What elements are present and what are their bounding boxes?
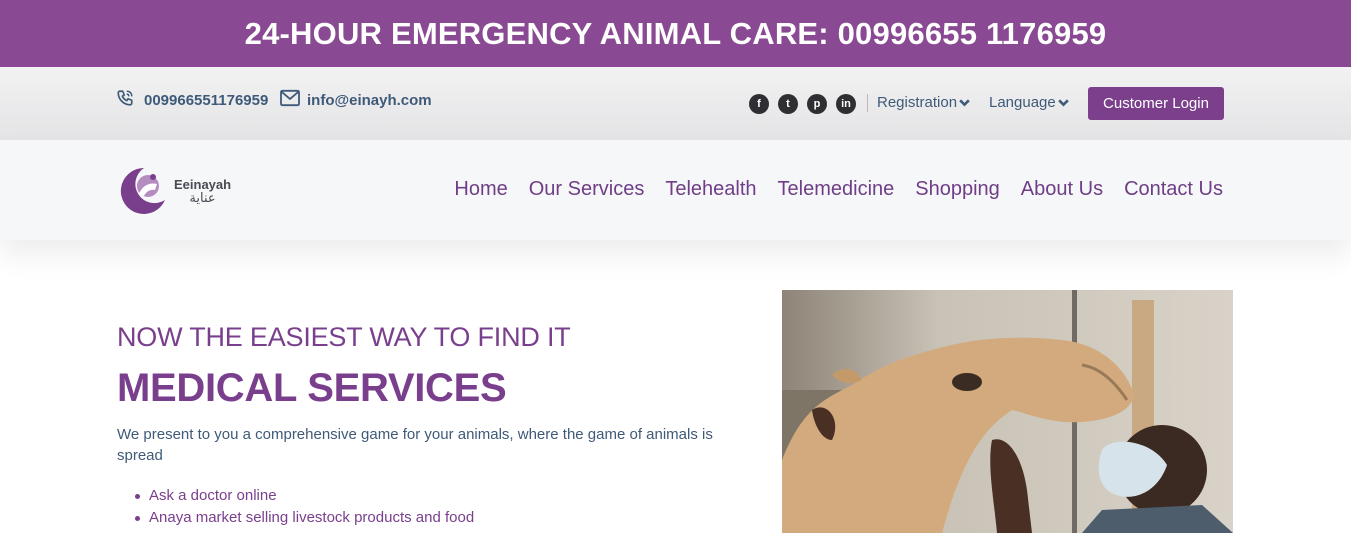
language-label: Language [989,94,1056,111]
pinterest-icon[interactable]: p [807,94,827,114]
contact-bar: 009966551176959 info@einayh.com f t p in… [0,67,1351,140]
registration-label: Registration [877,94,958,111]
customer-login-button[interactable]: Customer Login [1088,87,1224,120]
language-dropdown[interactable]: Language [989,94,1070,111]
nav-shopping[interactable]: Shopping [915,178,1000,201]
facebook-icon[interactable]: f [749,94,769,114]
mail-icon [279,89,301,111]
logo-icon [120,167,165,214]
site-logo[interactable]: Eeinayah عناية [117,164,231,218]
social-links: f t p in [749,94,856,114]
primary-nav: Home Our Services Telehealth Telemedicin… [454,178,1223,201]
emergency-banner-text: 24-HOUR EMERGENCY ANIMAL CARE: 00996655 … [244,15,1107,51]
nav-our-services[interactable]: Our Services [529,178,645,201]
logo-name-en: Eeinayah [174,176,232,192]
twitter-icon[interactable]: t [778,94,798,114]
phone-number: 009966551176959 [144,91,269,109]
hero-feature-list: Ask a doctor online Anaya market selling… [134,485,474,529]
hero-description: We present to you a comprehensive game f… [117,426,713,464]
header-divider [867,94,868,112]
email-address: info@einayh.com [307,91,432,109]
nav-home[interactable]: Home [454,178,507,201]
hero-title: MEDICAL SERVICES [117,366,507,410]
linkedin-icon[interactable]: in [836,94,856,114]
phone-icon [116,89,138,111]
emergency-banner: 24-HOUR EMERGENCY ANIMAL CARE: 00996655 … [0,0,1351,67]
registration-dropdown[interactable]: Registration [877,94,971,111]
main-navbar: Eeinayah عناية Home Our Services Telehea… [0,140,1351,240]
logo-name-ar: عناية [189,190,216,206]
nav-telehealth[interactable]: Telehealth [665,178,756,201]
phone-contact[interactable]: 009966551176959 [116,89,268,111]
nav-telemedicine[interactable]: Telemedicine [778,178,895,201]
nav-about-us[interactable]: About Us [1021,178,1103,201]
chevron-down-icon [959,99,970,107]
list-item: Ask a doctor online [134,485,474,507]
chevron-down-icon [1057,99,1069,107]
logo-wordmark: Eeinayah عناية [174,177,231,206]
list-item: Anaya market selling livestock products … [134,507,474,529]
email-contact[interactable]: info@einayh.com [279,89,432,111]
nav-contact-us[interactable]: Contact Us [1124,178,1223,201]
hero-image-camel-doctor [782,290,1233,533]
hero-subtitle: NOW THE EASIEST WAY TO FIND IT [117,322,571,352]
